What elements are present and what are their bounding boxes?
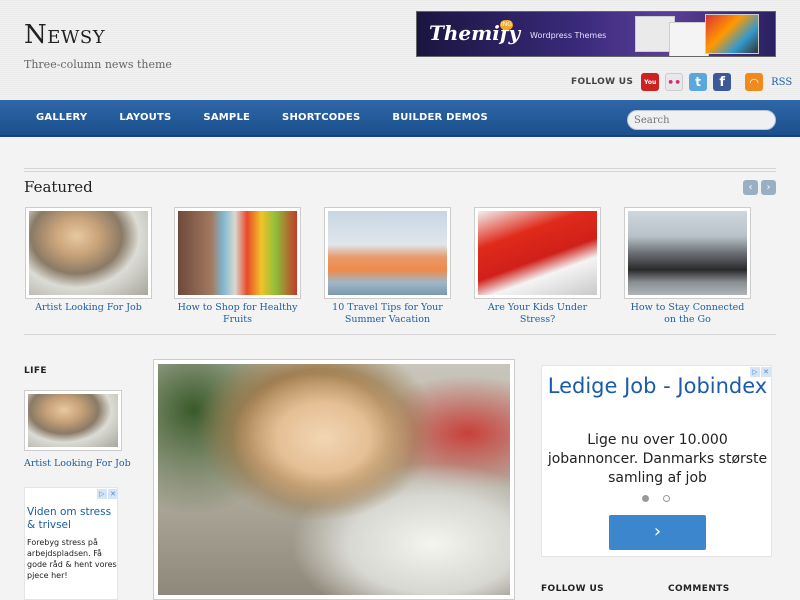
banner-screenshot — [705, 14, 759, 54]
featured-caption[interactable]: Artist Looking For Job — [25, 302, 152, 314]
follow-us-label: FOLLOW US — [571, 77, 634, 87]
site-description: Three-column news theme — [24, 58, 172, 71]
rss-link[interactable]: RSS — [771, 77, 792, 88]
nav-gallery[interactable]: GALLERY — [20, 100, 103, 136]
banner-badge: ING — [500, 20, 513, 30]
comments-widget-title: COMMENTS — [668, 584, 730, 594]
banner-screenshot — [669, 22, 709, 56]
sidebar-ad-jobindex[interactable]: ▷ ✕ Ledige Job - Jobindex Lige nu over 1… — [541, 365, 772, 557]
featured-thumbnail[interactable] — [174, 207, 301, 299]
nav-sample[interactable]: SAMPLE — [187, 100, 266, 136]
featured-item[interactable]: How to Stay Connected on the Go — [624, 207, 751, 326]
themify-banner-ad[interactable]: Themify ING Wordpress Themes — [416, 11, 776, 57]
life-thumbnail[interactable] — [24, 390, 122, 451]
ad-title[interactable]: Ledige Job - Jobindex — [542, 372, 773, 401]
featured-caption[interactable]: Are Your Kids Under Stress? — [474, 302, 601, 326]
life-widget-title: LIFE — [24, 366, 47, 376]
life-item-caption[interactable]: Artist Looking For Job — [24, 458, 131, 469]
ad-title[interactable]: Viden om stress & trivsel — [27, 506, 117, 532]
carousel-dot-active[interactable] — [642, 495, 649, 502]
featured-item[interactable]: 10 Travel Tips for Your Summer Vacation — [324, 207, 451, 326]
section-divider — [24, 334, 776, 335]
featured-caption[interactable]: 10 Travel Tips for Your Summer Vacation — [324, 302, 451, 326]
site-header: Newsy Three-column news theme Themify IN… — [0, 0, 800, 100]
featured-thumbnail[interactable] — [324, 207, 451, 299]
section-divider — [24, 168, 776, 172]
nav-builder-demos[interactable]: BUILDER DEMOS — [376, 100, 504, 136]
rss-icon[interactable]: ◠ — [745, 73, 764, 91]
twitter-icon[interactable]: t — [689, 73, 708, 91]
carousel-dot[interactable] — [663, 495, 670, 502]
featured-caption[interactable]: How to Shop for Healthy Fruits — [174, 302, 301, 326]
slider-next-button[interactable]: › — [761, 180, 776, 195]
ad-body: Forebyg stress på arbejdspladsen. Få god… — [27, 538, 117, 580]
sidebar-ad-stress[interactable]: ▷ ✕ Viden om stress & trivsel Forebyg st… — [24, 487, 118, 600]
ad-carousel-dots — [642, 495, 670, 502]
featured-thumbnail[interactable] — [474, 207, 601, 299]
nav-layouts[interactable]: LAYOUTS — [103, 100, 187, 136]
follow-us-bar: FOLLOW US You •• t f ◠ RSS — [571, 72, 792, 92]
follow-us-widget-title: FOLLOW US — [541, 584, 605, 594]
youtube-icon[interactable]: You — [641, 73, 660, 91]
main-article-image[interactable] — [153, 359, 515, 600]
featured-item[interactable]: How to Shop for Healthy Fruits — [174, 207, 301, 326]
banner-subtitle: Wordpress Themes — [530, 31, 607, 40]
featured-item[interactable]: Artist Looking For Job — [25, 207, 152, 314]
ad-choices-icon[interactable]: ▷ — [97, 489, 107, 499]
ad-go-button[interactable]: › — [609, 515, 706, 550]
featured-caption[interactable]: How to Stay Connected on the Go — [624, 302, 751, 326]
featured-title: Featured — [24, 178, 93, 196]
ad-body: Lige nu over 10.000 jobannoncer. Danmark… — [547, 432, 768, 486]
ad-close-icon[interactable]: ✕ — [108, 489, 118, 499]
facebook-icon[interactable]: f — [713, 73, 732, 91]
nav-shortcodes[interactable]: SHORTCODES — [266, 100, 376, 136]
featured-item[interactable]: Are Your Kids Under Stress? — [474, 207, 601, 326]
flickr-icon[interactable]: •• — [665, 73, 684, 91]
featured-thumbnail[interactable] — [25, 207, 152, 299]
featured-thumbnail[interactable] — [624, 207, 751, 299]
slider-prev-button[interactable]: ‹ — [743, 180, 758, 195]
site-title[interactable]: Newsy — [24, 20, 105, 50]
search-input[interactable] — [627, 110, 776, 130]
